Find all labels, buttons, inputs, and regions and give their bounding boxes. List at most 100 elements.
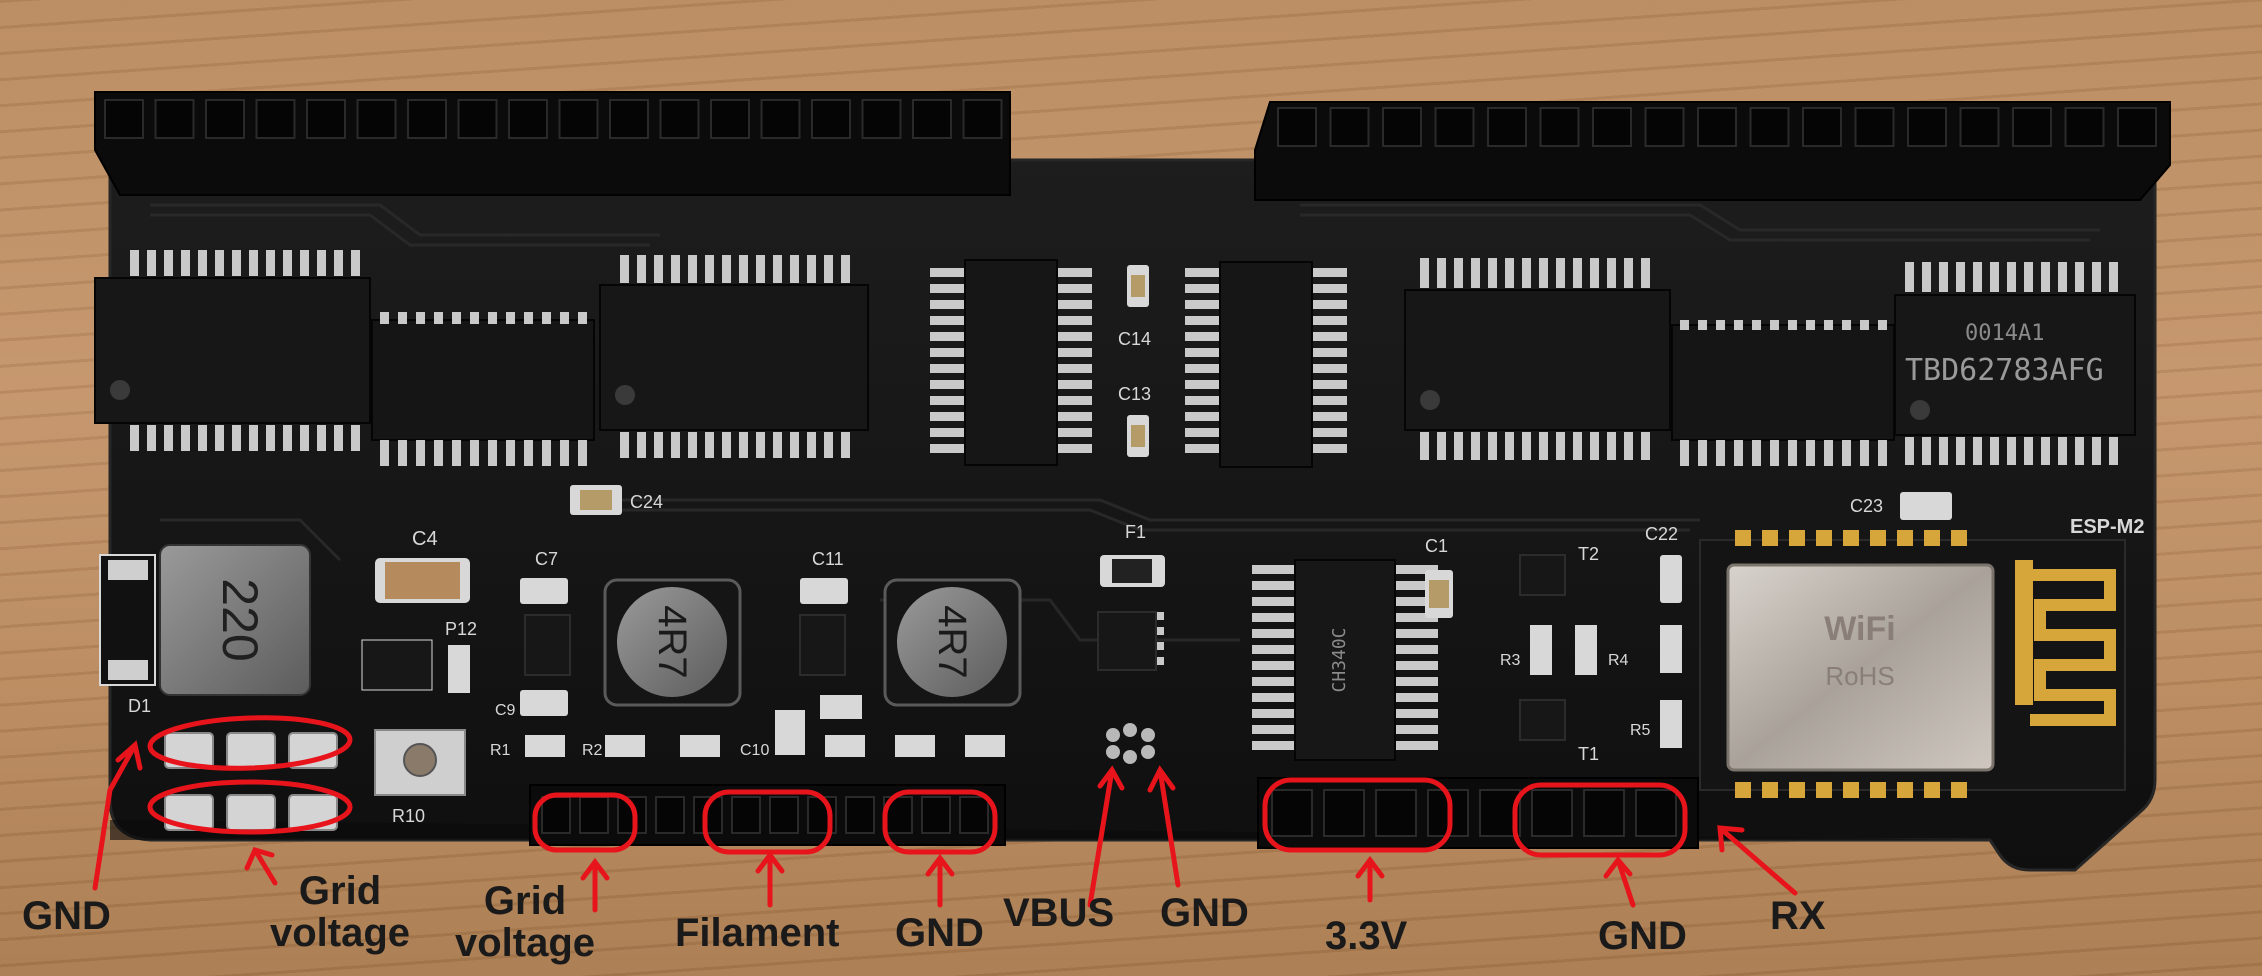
header-socket	[1749, 107, 1790, 147]
chip-pin	[560, 312, 569, 324]
header-socket	[1644, 107, 1685, 147]
svg-text:RoHS: RoHS	[1825, 661, 1894, 691]
chip-pin	[1156, 642, 1164, 650]
chip-pin	[249, 425, 258, 451]
chip-pin	[1156, 612, 1164, 620]
chip-pin	[841, 255, 850, 283]
svg-text:R4: R4	[1608, 652, 1629, 669]
chip-pin	[930, 332, 964, 341]
chip-pin	[1522, 258, 1531, 288]
chip-pin	[1313, 396, 1347, 405]
label-grid-voltage-2: Grid voltage	[455, 879, 596, 965]
chip-pin	[1860, 440, 1869, 466]
header-socket	[962, 99, 1003, 139]
chip-pin	[1454, 432, 1463, 460]
chip-pin	[1058, 412, 1092, 421]
chip-pin	[705, 432, 714, 458]
svg-text:TBD62783AFG: TBD62783AFG	[1905, 353, 2104, 388]
chip-pin	[1313, 316, 1347, 325]
chip-pin	[398, 440, 407, 466]
svg-text:T1: T1	[1578, 744, 1599, 764]
chip-pin	[1185, 268, 1219, 277]
chip-pin	[722, 255, 731, 283]
chip-pin	[739, 432, 748, 458]
svg-text:R1: R1	[490, 742, 511, 759]
chip-pin	[1590, 432, 1599, 460]
header-socket	[1323, 789, 1365, 837]
chip-pin	[1058, 364, 1092, 373]
chip-pin	[164, 425, 173, 451]
chip-pin	[824, 432, 833, 458]
chip-pin	[1058, 332, 1092, 341]
header-socket	[407, 99, 447, 139]
esp-pad	[1789, 782, 1805, 798]
chip-pin	[1313, 380, 1347, 389]
label-gnd-3: GND	[1160, 891, 1249, 935]
chip-pin	[1488, 432, 1497, 460]
chip-pin	[1607, 432, 1616, 460]
chip-pin	[164, 250, 173, 276]
svg-text:C4: C4	[412, 528, 438, 550]
chip-pin	[1058, 300, 1092, 309]
inductor-4r7-1: 4R7	[603, 578, 742, 707]
chip-pin	[1252, 693, 1294, 702]
label-rx: RX	[1770, 894, 1826, 938]
chip-pin	[266, 425, 275, 451]
chip-pin	[1556, 258, 1565, 288]
chip-pin	[930, 380, 964, 389]
header-socket	[1697, 107, 1737, 147]
chip-pin	[1058, 396, 1092, 405]
chip-pin	[1185, 332, 1219, 341]
chip-pin	[1313, 444, 1347, 453]
chip-pin	[930, 428, 964, 437]
chip-pin	[398, 312, 407, 324]
chip-pin	[1878, 440, 1887, 466]
svg-text:0014A1: 0014A1	[1965, 321, 2044, 346]
chip-pin	[524, 440, 533, 466]
chip-pin	[705, 255, 714, 283]
chip-pin	[215, 250, 224, 276]
chip-pin	[1313, 268, 1347, 277]
chip-pin	[198, 250, 207, 276]
header-socket	[2064, 107, 2105, 147]
chip-pin	[2092, 262, 2101, 292]
inductor-220: 220	[159, 544, 311, 696]
chip-pin	[2058, 262, 2067, 292]
chip-pin	[1471, 258, 1480, 288]
chip-pin	[1590, 258, 1599, 288]
chip-pin	[1185, 284, 1219, 293]
header-socket	[255, 99, 296, 139]
header-socket	[731, 796, 761, 834]
svg-text:WiFi: WiFi	[1824, 610, 1895, 648]
chip-pin	[1680, 320, 1689, 330]
chip-pin	[434, 440, 443, 466]
chip-pin	[773, 255, 782, 283]
chip-pin	[688, 432, 697, 458]
header-socket	[579, 796, 609, 834]
chip-pin	[488, 312, 497, 324]
chip-pin	[1252, 741, 1294, 750]
header-socket	[1382, 107, 1422, 147]
esp-pad	[1924, 530, 1940, 546]
label-vbus: VBUS	[1003, 891, 1115, 935]
header-socket	[1635, 789, 1677, 837]
chip-pin	[488, 440, 497, 466]
chip-pin	[2075, 262, 2084, 292]
chip-pin	[1252, 597, 1294, 606]
chip-pin	[2041, 437, 2050, 465]
esp-pad	[1735, 782, 1751, 798]
chip-pin	[1058, 428, 1092, 437]
header-socket	[609, 99, 649, 139]
chip-pin	[1396, 645, 1438, 654]
chip-pin	[351, 250, 360, 276]
esp-pad	[1951, 530, 1967, 546]
header-socket	[1802, 107, 1842, 147]
chip-pin	[283, 250, 292, 276]
chip-pin	[1752, 440, 1761, 466]
chip-pin	[1396, 677, 1438, 686]
chip-pin	[232, 425, 241, 451]
chip-pin	[620, 255, 629, 283]
chip-pin	[1313, 348, 1347, 357]
chip-pin	[181, 250, 190, 276]
chip-pin	[452, 440, 461, 466]
